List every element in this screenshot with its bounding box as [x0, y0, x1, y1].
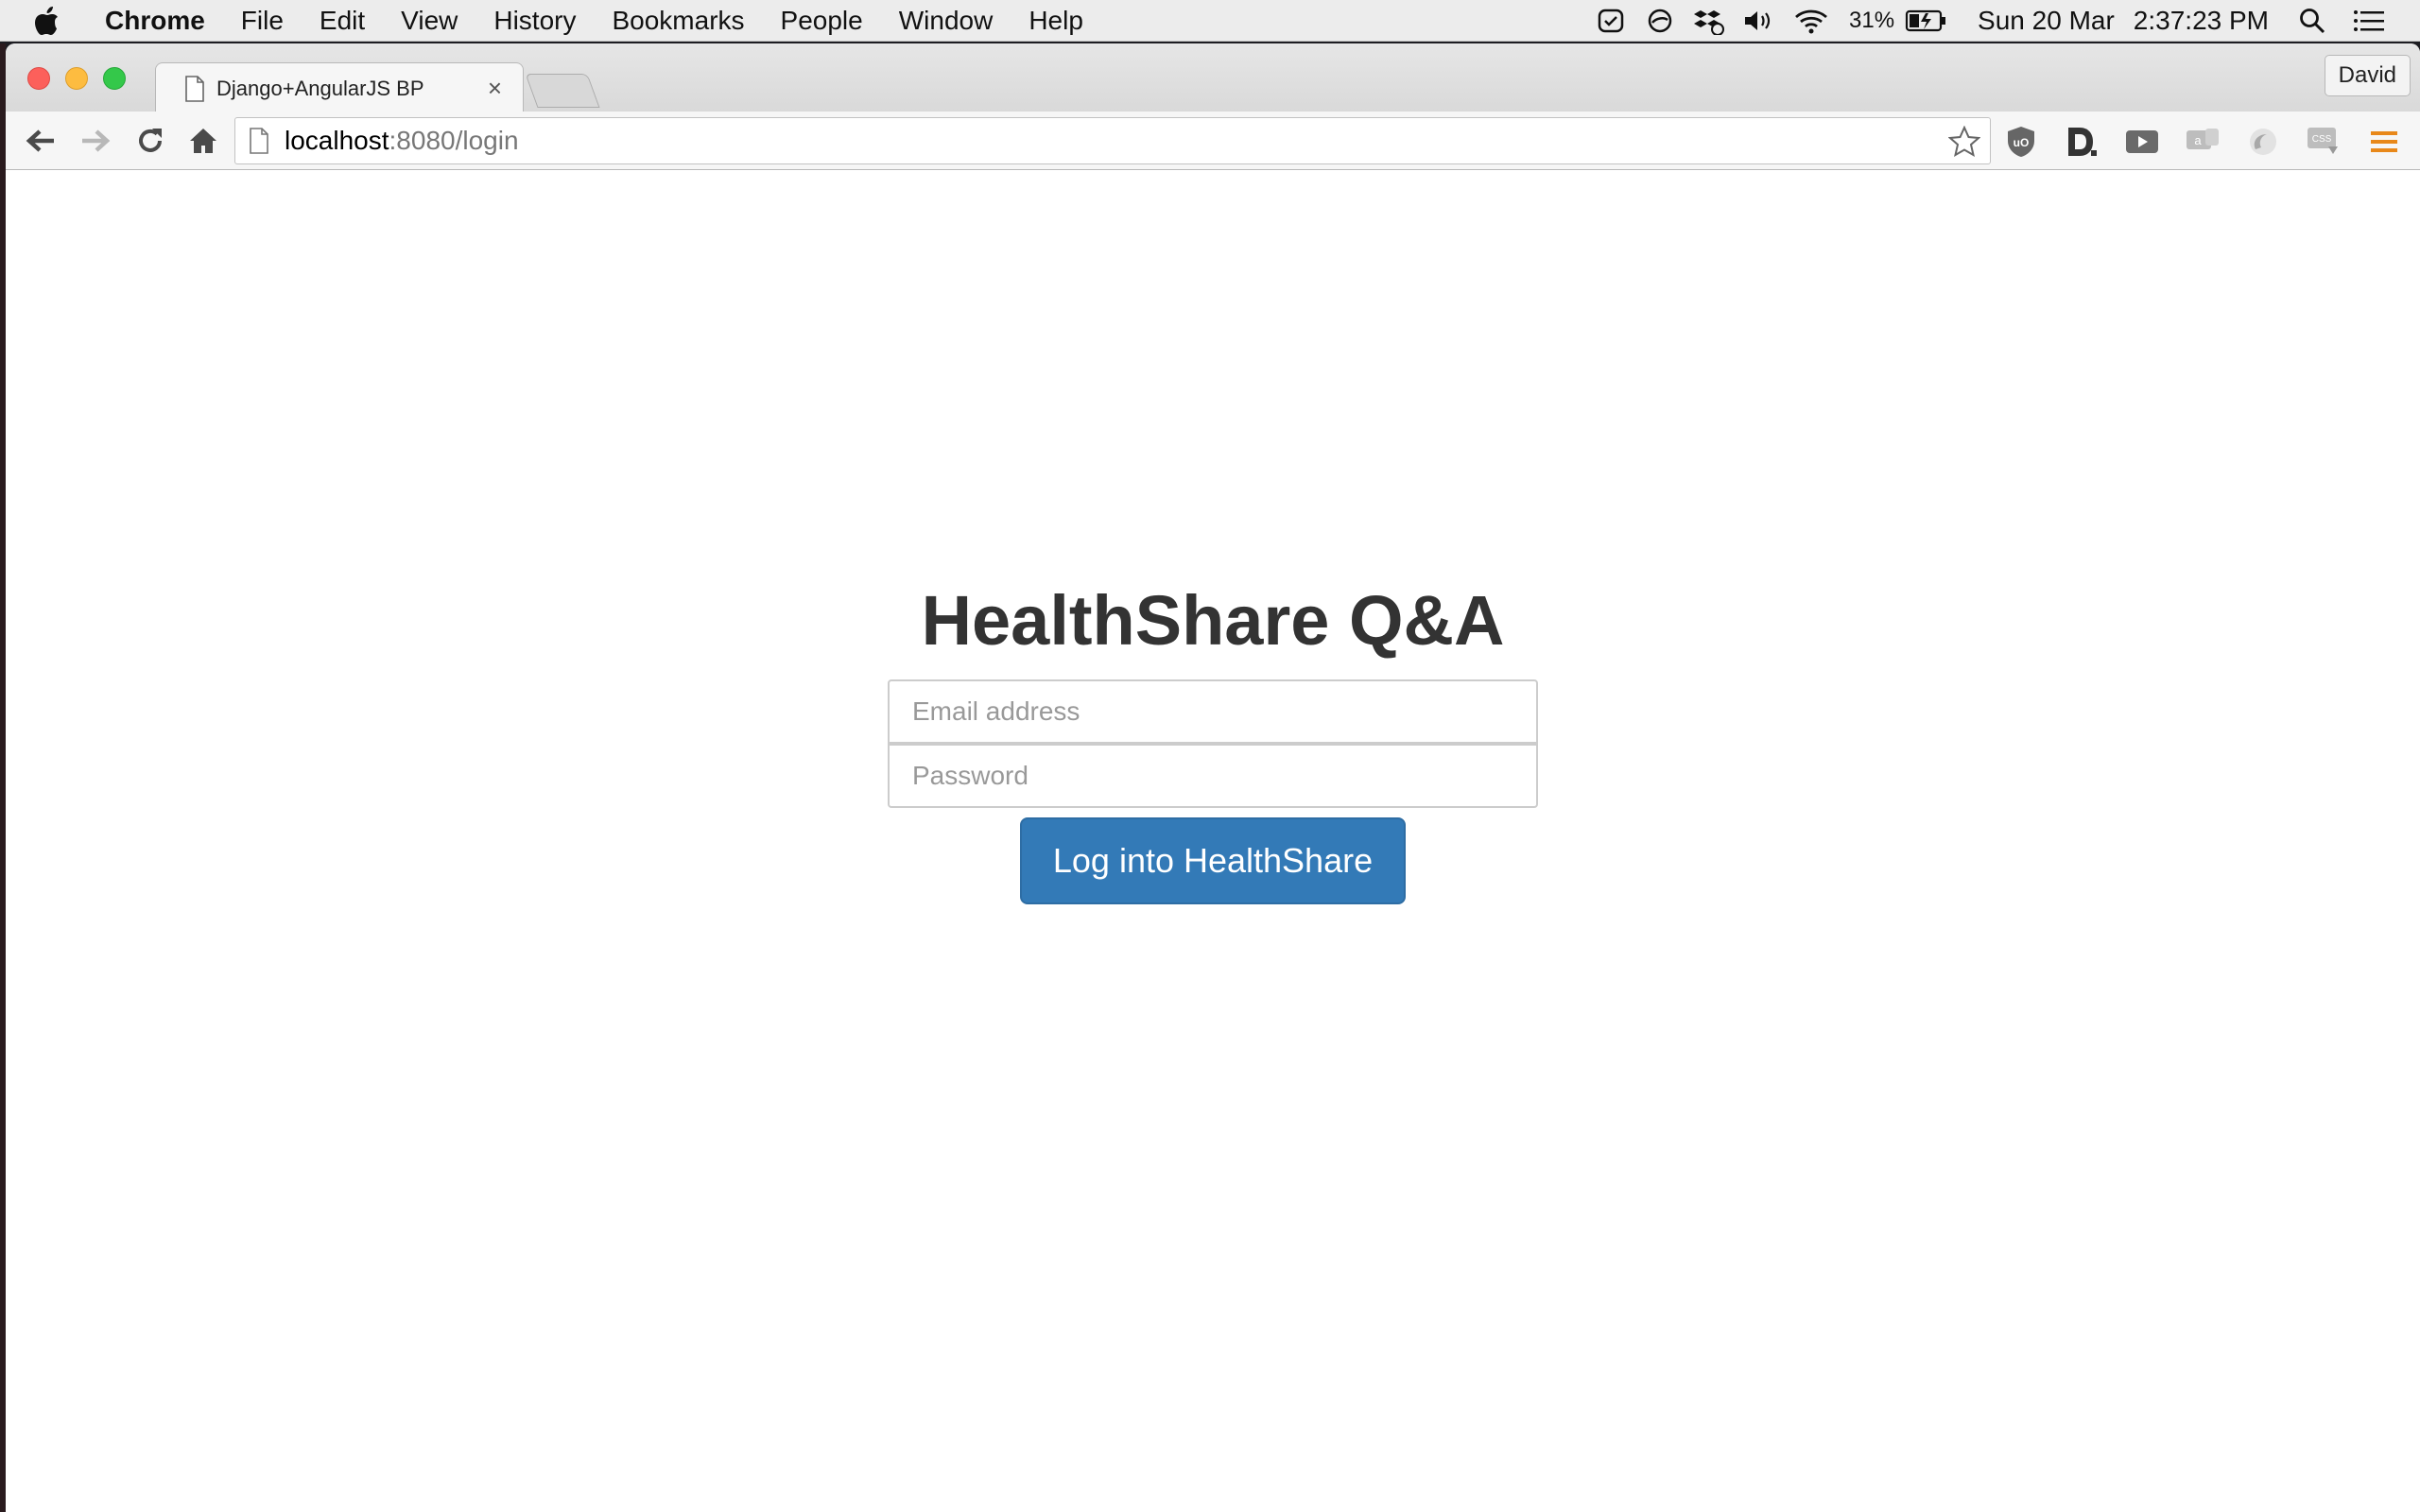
back-arrow-icon[interactable] [21, 121, 60, 161]
menu-help[interactable]: Help [1011, 0, 1101, 42]
video-extension-icon[interactable] [2123, 123, 2161, 161]
macos-menu-bar: Chrome File Edit View History Bookmarks … [0, 0, 2420, 42]
login-button[interactable]: Log into HealthShare [1020, 817, 1406, 904]
address-bar[interactable]: localhost:8080/login [234, 117, 1991, 164]
login-form: HealthShare Q&A Log into HealthShare [887, 579, 1539, 904]
url-path: :8080/login [389, 126, 519, 155]
chat-extension-icon[interactable]: a [2184, 123, 2221, 161]
swirl-extension-icon[interactable] [2244, 123, 2282, 161]
tab-close-icon[interactable]: × [488, 74, 502, 102]
page-favicon-icon [185, 75, 204, 102]
svg-text:CSS: CSS [2312, 134, 2332, 145]
battery-percentage: 31% [1849, 7, 1895, 33]
volume-icon[interactable] [1741, 5, 1775, 37]
email-field[interactable] [888, 679, 1538, 744]
page-viewport: HealthShare Q&A Log into HealthShare [6, 171, 2420, 1512]
page-icon [250, 128, 268, 154]
home-icon[interactable] [183, 121, 223, 161]
menu-file[interactable]: File [223, 0, 302, 42]
chrome-menu-icon[interactable] [2365, 123, 2403, 161]
menu-bar-status-area: 31% Sun 20 Mar 2:37:23 PM [1586, 0, 2420, 42]
css-extension-icon[interactable]: CSS [2305, 123, 2342, 161]
password-field[interactable] [888, 744, 1538, 808]
svg-text:a: a [2194, 133, 2202, 147]
chrome-window: Django+AngularJS BP × David localhost:80… [6, 43, 2420, 1512]
menu-app-chrome[interactable]: Chrome [87, 0, 223, 42]
battery-charging-icon[interactable] [1904, 5, 1949, 37]
notification-center-icon[interactable] [2352, 5, 2386, 37]
menu-view[interactable]: View [383, 0, 475, 42]
window-close-button[interactable] [27, 67, 50, 90]
url-host: localhost [285, 126, 389, 155]
menu-history[interactable]: History [475, 0, 594, 42]
svg-text:uO: uO [2014, 136, 2030, 149]
page-title: HealthShare Q&A [921, 581, 1505, 660]
spotlight-search-icon[interactable] [2295, 5, 2329, 37]
menu-bookmarks[interactable]: Bookmarks [594, 0, 762, 42]
profile-button[interactable]: David [2324, 55, 2411, 96]
wifi-icon[interactable] [1790, 5, 1832, 37]
ublock-icon[interactable]: uO [2002, 123, 2040, 161]
menu-edit[interactable]: Edit [302, 0, 383, 42]
d-extension-icon[interactable] [2063, 123, 2100, 161]
tab-active[interactable]: Django+AngularJS BP × [155, 62, 524, 113]
forward-arrow-icon[interactable] [76, 121, 115, 161]
reload-icon[interactable] [130, 121, 170, 161]
menu-people[interactable]: People [763, 0, 881, 42]
browser-toolbar: localhost:8080/login uO a CSS [6, 112, 2420, 170]
apple-logo-icon[interactable] [34, 0, 87, 42]
tab-title: Django+AngularJS BP [216, 76, 424, 100]
new-tab-button[interactable] [525, 74, 600, 108]
tab-strip: Django+AngularJS BP × David [6, 43, 2420, 113]
menu-bar-clock[interactable]: 2:37:23 PM [2134, 6, 2269, 36]
dropbox-sync-icon[interactable] [1692, 5, 1726, 37]
checkmark-shield-icon[interactable] [1594, 5, 1628, 37]
window-minimize-button[interactable] [65, 67, 88, 90]
menu-bar-date[interactable]: Sun 20 Mar [1978, 6, 2115, 36]
circle-slash-icon[interactable] [1643, 5, 1677, 37]
bookmark-star-icon[interactable] [1948, 126, 1980, 158]
window-maximize-button[interactable] [103, 67, 126, 90]
menu-window[interactable]: Window [881, 0, 1011, 42]
